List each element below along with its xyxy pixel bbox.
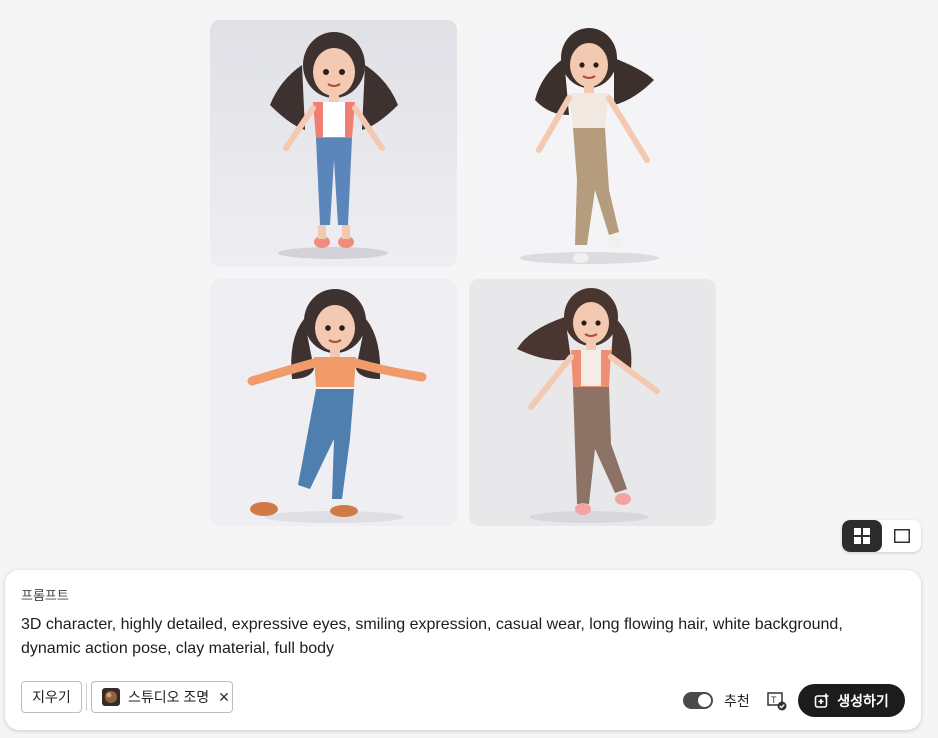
svg-text:T: T: [771, 695, 777, 705]
single-view-icon: [893, 529, 910, 543]
prompt-label: 프롬프트: [21, 588, 69, 603]
generate-label: 생성하기: [837, 692, 889, 709]
remove-chip-icon[interactable]: ✕: [218, 689, 230, 706]
style-chip-studio-lighting[interactable]: 스튜디오 조명 ✕: [91, 681, 233, 713]
divider: [86, 683, 87, 711]
character-image-2: [469, 20, 716, 267]
generated-image-2[interactable]: [469, 20, 716, 267]
character-image-3: [210, 279, 457, 526]
toggle-knob: [698, 694, 711, 707]
clear-button[interactable]: 지우기: [21, 681, 82, 713]
character-image-4: [469, 279, 716, 526]
generate-button[interactable]: 생성하기: [798, 684, 905, 717]
single-view-button[interactable]: [882, 520, 921, 552]
style-chip-label: 스튜디오 조명: [128, 689, 210, 705]
prompt-panel: 프롬프트 3D character, highly detailed, expr…: [5, 570, 921, 730]
generated-image-1[interactable]: [210, 20, 457, 267]
grid-view-icon: [854, 528, 870, 544]
studio-lighting-thumbnail: [102, 688, 120, 706]
recommend-label: 추천: [724, 693, 750, 709]
text-check-icon: T: [767, 692, 787, 711]
image-gallery: [210, 20, 716, 526]
recommend-toggle[interactable]: [683, 692, 713, 709]
prompt-input[interactable]: 3D character, highly detailed, expressiv…: [21, 613, 891, 661]
view-mode-toggle: [842, 520, 921, 552]
generated-image-3[interactable]: [210, 279, 457, 526]
character-image-1: [210, 20, 457, 267]
generate-icon: [814, 693, 829, 708]
grid-view-button[interactable]: [842, 520, 882, 552]
prompt-check-button[interactable]: T: [766, 690, 788, 712]
generated-image-4[interactable]: [469, 279, 716, 526]
